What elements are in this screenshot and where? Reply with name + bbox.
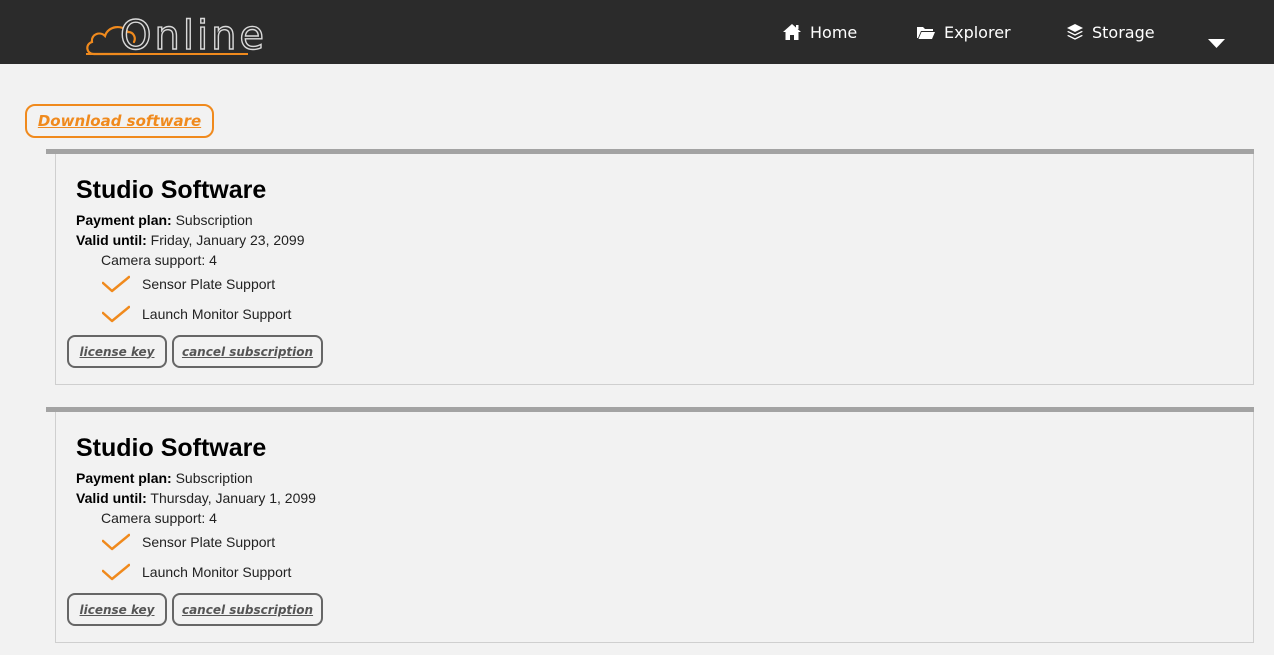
cancel-subscription-button[interactable]: cancel subscription: [172, 593, 323, 626]
payment-plan-value: Subscription: [175, 212, 253, 228]
camera-support: Camera support: 4: [101, 252, 217, 268]
logo-text: Online: [119, 13, 268, 59]
feature-item: Sensor Plate Support: [102, 532, 275, 552]
valid-until-value: Thursday, January 1, 2099: [150, 490, 316, 506]
logo-underline: [86, 53, 248, 55]
home-icon: [783, 24, 801, 40]
caret-down-icon: [1208, 39, 1225, 48]
checkmark-icon: [102, 305, 130, 323]
product-title: Studio Software: [76, 176, 267, 204]
nav-storage-label: Storage: [1092, 22, 1155, 42]
payment-plan: Payment plan: Subscription: [76, 212, 253, 228]
valid-until-label: Valid until:: [76, 490, 147, 506]
feature-item: Launch Monitor Support: [102, 562, 291, 582]
checkmark-icon: [102, 275, 130, 293]
subscription-card: Studio Software Payment plan: Subscripti…: [46, 407, 1254, 643]
nav-dropdown[interactable]: [1208, 36, 1225, 54]
top-bar: Online Home Explorer Storage: [0, 0, 1274, 64]
subscription-card: Studio Software Payment plan: Subscripti…: [46, 149, 1254, 385]
nav-home[interactable]: Home: [782, 0, 857, 64]
valid-until: Valid until: Thursday, January 1, 2099: [76, 490, 316, 506]
feature-item: Launch Monitor Support: [102, 304, 291, 324]
card-panel: Studio Software Payment plan: Subscripti…: [55, 412, 1254, 643]
license-key-button[interactable]: license key: [67, 593, 167, 626]
camera-support: Camera support: 4: [101, 510, 217, 526]
layers-icon: [1067, 24, 1083, 40]
checkmark-icon: [102, 563, 130, 581]
feature-label: Launch Monitor Support: [142, 564, 292, 580]
product-title: Studio Software: [76, 434, 267, 462]
card-panel: Studio Software Payment plan: Subscripti…: [55, 154, 1254, 385]
download-software-button[interactable]: Download software: [25, 104, 214, 138]
nav-explorer[interactable]: Explorer: [916, 0, 1011, 64]
nav-home-label: Home: [810, 22, 858, 42]
nav-explorer-label: Explorer: [944, 22, 1011, 42]
folder-icon: [917, 27, 935, 39]
checkmark-icon: [102, 533, 130, 551]
payment-plan-label: Payment plan:: [76, 470, 172, 486]
valid-until-label: Valid until:: [76, 232, 147, 248]
valid-until: Valid until: Friday, January 23, 2099: [76, 232, 305, 248]
license-key-button[interactable]: license key: [67, 335, 167, 368]
valid-until-value: Friday, January 23, 2099: [150, 232, 305, 248]
feature-label: Launch Monitor Support: [142, 306, 292, 322]
logo[interactable]: Online: [84, 14, 265, 58]
cancel-subscription-button[interactable]: cancel subscription: [172, 335, 323, 368]
feature-label: Sensor Plate Support: [142, 276, 276, 292]
nav-storage[interactable]: Storage: [1066, 0, 1155, 64]
payment-plan-value: Subscription: [175, 470, 253, 486]
feature-item: Sensor Plate Support: [102, 274, 275, 294]
payment-plan: Payment plan: Subscription: [76, 470, 253, 486]
payment-plan-label: Payment plan:: [76, 212, 172, 228]
feature-label: Sensor Plate Support: [142, 534, 276, 550]
